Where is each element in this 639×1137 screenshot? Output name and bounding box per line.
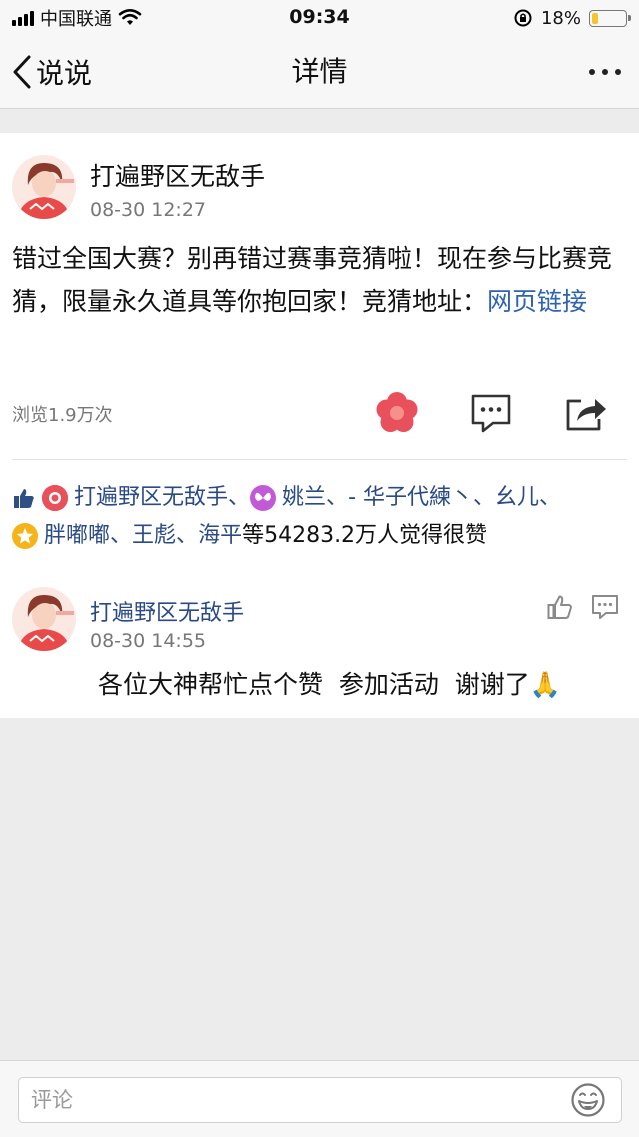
- back-label: 说说: [36, 57, 93, 90]
- nav-bar: 详情 说说: [0, 36, 639, 109]
- liker-avatar-3: [12, 523, 38, 549]
- status-bar: 中国联通 09:34 18%: [0, 0, 639, 36]
- share-button[interactable]: [563, 389, 609, 435]
- view-count: 浏览1.9万次: [12, 405, 113, 426]
- comment-text: 各位大神帮忙点个赞 参加活动 谢谢了🙏: [98, 670, 561, 699]
- more-button[interactable]: [589, 58, 621, 86]
- comment-input[interactable]: [18, 1077, 622, 1123]
- comment-icon: [471, 394, 511, 433]
- liker-name[interactable]: 幺儿: [495, 479, 539, 517]
- comment-button[interactable]: [469, 391, 513, 435]
- thumbs-up-icon: [14, 489, 34, 508]
- comment-bar: [0, 1060, 639, 1137]
- post-time: 08-30 12:27: [90, 199, 207, 221]
- separator: 、: [539, 485, 562, 510]
- separator: 、: [110, 523, 133, 548]
- battery-level: [592, 12, 598, 24]
- liker-avatar-1: [42, 485, 68, 511]
- flower-button[interactable]: [375, 391, 419, 435]
- likes-summary: 等54283.2万人觉得很赞: [242, 523, 488, 548]
- battery-icon: [589, 9, 631, 27]
- web-link[interactable]: 网页链接: [487, 287, 587, 316]
- chevron-left-icon: [13, 55, 31, 89]
- avatar[interactable]: [12, 155, 76, 219]
- post-text: 错过全国大赛？别再错过赛事竞猜啦！现在参与比赛竞猜，限量永久道具等你抱回家！竞猜…: [12, 237, 630, 323]
- divider: [12, 459, 627, 460]
- comment-time: 08-30 14:55: [90, 630, 207, 652]
- separator: 、: [473, 485, 496, 510]
- emoji-button[interactable]: [570, 1082, 606, 1118]
- post-card: 打遍野区无敌手 08-30 12:27 错过全国大赛？别再错过赛事竞猜啦！现在参…: [0, 133, 639, 718]
- flower-icon: [376, 392, 418, 432]
- battery-percent: 18%: [540, 7, 581, 29]
- comment-like-button[interactable]: [546, 593, 574, 621]
- commenter-avatar[interactable]: [12, 587, 76, 651]
- status-right: 18%: [513, 6, 631, 30]
- comment-author[interactable]: 打遍野区无敌手: [90, 595, 244, 627]
- page-title: 详情: [291, 55, 348, 88]
- liker-name[interactable]: 姚兰: [282, 479, 326, 517]
- liker-name[interactable]: 王彪: [132, 517, 176, 555]
- separator: 、: [228, 485, 251, 510]
- emoji-icon: [571, 1083, 605, 1117]
- separator: 、: [176, 523, 199, 548]
- separator: 、: [326, 485, 349, 510]
- thumbs-up-icon: [547, 595, 572, 619]
- share-icon: [566, 399, 606, 431]
- liker-avatar-2: [250, 485, 277, 511]
- more-icon: [589, 69, 595, 75]
- liker-name[interactable]: 海平: [198, 517, 242, 555]
- liker-name[interactable]: - 华子代練丶: [348, 479, 473, 517]
- back-button[interactable]: 说说: [10, 50, 92, 94]
- liker-name[interactable]: 胖嘟嘟: [44, 517, 110, 555]
- orientation-lock-icon: [514, 9, 532, 27]
- likes-list: 打遍野区无敌手 、 姚兰 、 - 华子代練丶 、 幺儿 、 胖嘟嘟 、 王彪 、…: [12, 479, 632, 555]
- author-name[interactable]: 打遍野区无敌手: [90, 157, 265, 193]
- likes-row-1: 打遍野区无敌手 、 姚兰 、 - 华子代練丶 、 幺儿 、: [12, 479, 632, 517]
- comment-reply-button[interactable]: [591, 594, 619, 620]
- comment-icon: [592, 595, 618, 619]
- likes-row-2: 胖嘟嘟 、 王彪 、 海平 等54283.2万人觉得很赞: [12, 517, 632, 555]
- liker-name[interactable]: 打遍野区无敌手: [74, 479, 228, 517]
